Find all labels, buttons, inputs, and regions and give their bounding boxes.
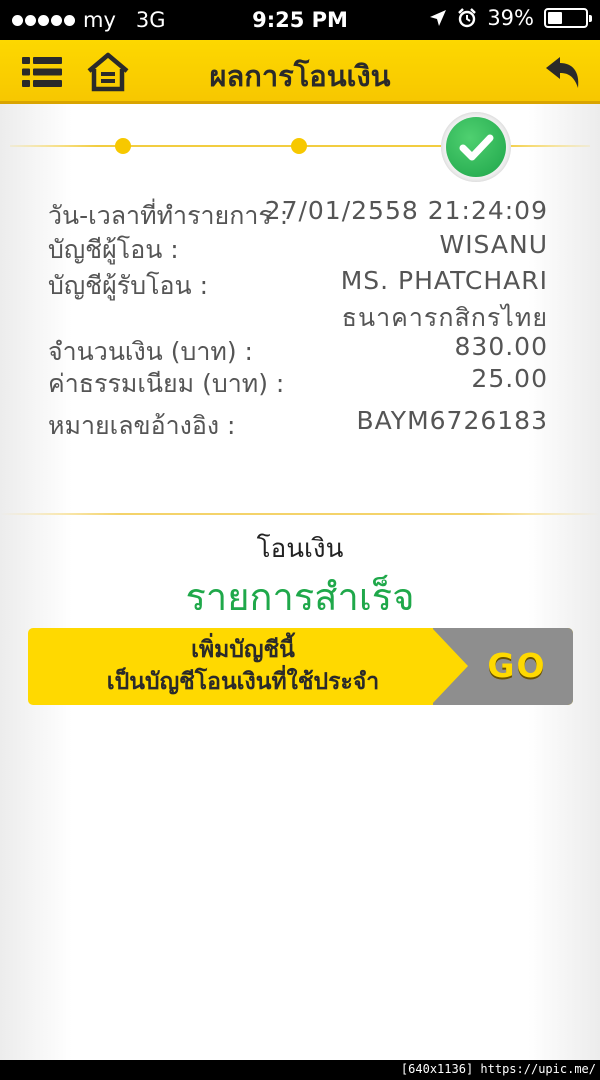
step-2-dot — [291, 138, 307, 154]
favorite-line-2: เป็นบัญชีโอนเงินที่ใช้ประจำ — [106, 669, 380, 695]
favorite-banner-text: เพิ่มบัญชีนี้ เป็นบัญชีโอนเงินที่ใช้ประจ… — [28, 634, 458, 698]
check-icon — [459, 134, 494, 161]
fee-label: ค่าธรรมเนียม (บาท) : — [48, 369, 285, 398]
chevron-right-icon — [432, 628, 468, 704]
reference-value: BAYM6726183 — [356, 406, 548, 435]
nav-bar: ผลการโอนเงิน — [0, 40, 600, 104]
back-arrow-icon[interactable] — [540, 54, 582, 92]
go-button[interactable]: GO — [432, 628, 573, 705]
battery-level — [548, 12, 563, 24]
result-status: รายการสำเร็จ — [185, 575, 415, 619]
watermark: [640x1136] https://upic.me/ — [400, 1062, 596, 1076]
alarm-clock-icon — [458, 8, 477, 28]
fee-value: 25.00 — [471, 364, 548, 393]
app-screen: ผลการโอนเงิน วัน-เวลาที่ทำรายการ : 27/01… — [0, 40, 600, 1060]
footer-bar: [640x1136] https://upic.me/ — [0, 1060, 600, 1080]
reference-label: หมายเลขอ้างอิง : — [48, 411, 236, 440]
battery-icon — [544, 8, 592, 28]
status-bar: my 3G 9:25 PM 39% — [0, 0, 600, 40]
section-divider — [0, 513, 600, 515]
step-1-dot — [115, 138, 131, 154]
progress-stepper — [0, 110, 600, 182]
location-arrow-icon — [430, 10, 447, 26]
battery-percent: 39% — [487, 6, 534, 30]
amount-value: 830.00 — [454, 332, 548, 361]
from-account-value: WISANU — [439, 230, 548, 259]
from-account-label: บัญชีผู้โอน : — [48, 235, 179, 264]
status-right: 39% — [429, 6, 592, 30]
add-favorite-account-button[interactable]: เพิ่มบัญชีนี้ เป็นบัญชีโอนเงินที่ใช้ประจ… — [28, 628, 573, 705]
page-title: ผลการโอนเงิน — [209, 59, 391, 93]
to-account-label: บัญชีผู้รับโอน : — [48, 271, 208, 300]
step-3-complete — [441, 112, 511, 182]
result-caption: โอนเงิน — [256, 534, 344, 564]
go-label: GO — [487, 646, 547, 685]
to-account-name: MS. PHATCHARI — [340, 266, 548, 295]
favorite-line-1: เพิ่มบัญชีนี้ — [191, 637, 295, 663]
datetime-value: 27/01/2558 21:24:09 — [264, 196, 548, 225]
